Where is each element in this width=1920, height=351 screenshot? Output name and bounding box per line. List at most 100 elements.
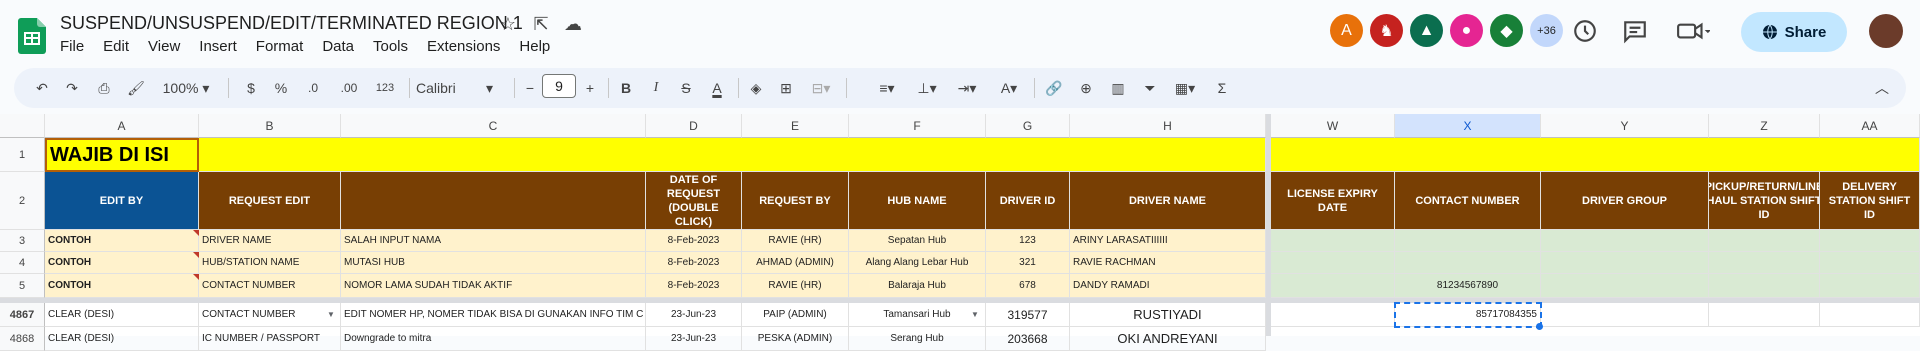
cell-g4867[interactable]: 319577 xyxy=(986,303,1070,327)
header-request-by[interactable]: REQUEST BY xyxy=(742,172,849,230)
percent-format-button[interactable]: % xyxy=(272,76,290,100)
history-icon[interactable] xyxy=(1572,18,1598,44)
header-hub-name[interactable]: HUB NAME xyxy=(849,172,986,230)
cell-e5[interactable]: RAVIE (HR) xyxy=(742,274,849,298)
insert-comment-icon[interactable]: ⊕ xyxy=(1076,76,1096,100)
cell-f4868[interactable]: Serang Hub xyxy=(849,327,986,351)
column-header-e[interactable]: E xyxy=(742,114,849,138)
cell-g3[interactable]: 123 xyxy=(986,230,1070,252)
cell-y4[interactable] xyxy=(1541,252,1709,274)
print-icon[interactable]: ⎙ xyxy=(94,76,114,100)
merge-cells-icon[interactable]: ⊟▾ xyxy=(806,76,836,100)
cell-b4868[interactable]: IC NUMBER / PASSPORT xyxy=(199,327,341,351)
collaborator-avatar[interactable]: ♞ xyxy=(1370,14,1403,47)
column-header-a[interactable]: A xyxy=(45,114,199,138)
undo-icon[interactable]: ↶ xyxy=(32,76,52,100)
cell-w4867[interactable] xyxy=(1271,303,1395,327)
cell-g4[interactable]: 321 xyxy=(986,252,1070,274)
cell-e3[interactable]: RAVIE (HR) xyxy=(742,230,849,252)
document-title[interactable]: SUSPEND/UNSUSPEND/EDIT/TERMINATED REGION… xyxy=(60,13,523,34)
cell-aa5[interactable] xyxy=(1820,274,1920,298)
cell-f4[interactable]: Alang Alang Lebar Hub xyxy=(849,252,986,274)
cell-row1-fill-right[interactable] xyxy=(1271,138,1920,172)
cell-d4867[interactable]: 23-Jun-23 xyxy=(646,303,742,327)
share-button[interactable]: Share xyxy=(1741,12,1847,52)
menu-tools[interactable]: Tools xyxy=(373,38,416,55)
header-license-expiry-date[interactable]: LICENSE EXPIRY DATE xyxy=(1271,172,1395,230)
cell-w5[interactable] xyxy=(1271,274,1395,298)
vertical-align-icon[interactable]: ⊥▾ xyxy=(912,76,942,100)
menu-edit[interactable]: Edit xyxy=(103,38,137,55)
menu-view[interactable]: View xyxy=(148,38,188,55)
cell-b4[interactable]: HUB/STATION NAME xyxy=(199,252,341,274)
currency-format-button[interactable]: $ xyxy=(242,76,260,100)
decrease-font-size-button[interactable]: − xyxy=(522,76,538,100)
borders-icon[interactable]: ⊞ xyxy=(776,76,796,100)
cell-b3[interactable]: DRIVER NAME xyxy=(199,230,341,252)
decrease-decimal-button[interactable]: .0 xyxy=(302,76,324,100)
cell-a3[interactable]: CONTOH xyxy=(45,230,199,252)
cell-a4867[interactable]: CLEAR (DESI) xyxy=(45,303,199,327)
cell-f3[interactable]: Sepatan Hub xyxy=(849,230,986,252)
cell-x3[interactable] xyxy=(1395,230,1541,252)
cell-c4[interactable]: MUTASI HUB xyxy=(341,252,646,274)
row-header[interactable]: 1 xyxy=(0,138,45,172)
cell-d4[interactable]: 8-Feb-2023 xyxy=(646,252,742,274)
font-size-input[interactable]: 9 xyxy=(542,74,576,98)
header-delivery-shift-id[interactable]: DELIVERY STATION SHIFT ID xyxy=(1820,172,1920,230)
number-format-button[interactable]: 123 xyxy=(372,76,398,100)
column-header-h[interactable]: H xyxy=(1070,114,1266,138)
comment-flag[interactable] xyxy=(193,274,199,280)
header-request-edit[interactable]: REQUEST EDIT xyxy=(199,172,341,230)
menu-insert[interactable]: Insert xyxy=(199,38,245,55)
cell-d3[interactable]: 8-Feb-2023 xyxy=(646,230,742,252)
column-header-x[interactable]: X xyxy=(1395,114,1541,138)
cell-aa3[interactable] xyxy=(1820,230,1920,252)
header-driver-id[interactable]: DRIVER ID xyxy=(986,172,1070,230)
cloud-status-icon[interactable]: ☁ xyxy=(563,14,583,34)
column-header-d[interactable]: D xyxy=(646,114,742,138)
column-header-b[interactable]: B xyxy=(199,114,341,138)
cell-x4[interactable] xyxy=(1395,252,1541,274)
cell-a5[interactable]: CONTOH xyxy=(45,274,199,298)
column-header-y[interactable]: Y xyxy=(1541,114,1709,138)
cell-h3[interactable]: ARINY LARASATIIIIII xyxy=(1070,230,1266,252)
cell-a4868[interactable]: CLEAR (DESI) xyxy=(45,327,199,351)
zoom-select[interactable]: 100% ▾ xyxy=(160,76,212,100)
meet-icon[interactable] xyxy=(1676,18,1710,44)
menu-format[interactable]: Format xyxy=(256,38,312,55)
cell-b5[interactable]: CONTACT NUMBER xyxy=(199,274,341,298)
column-header-f[interactable]: F xyxy=(849,114,986,138)
row-header[interactable]: 2 xyxy=(0,172,45,230)
cell-e4867[interactable]: PAIP (ADMIN) xyxy=(742,303,849,327)
text-wrapping-icon[interactable]: ⇥▾ xyxy=(952,76,982,100)
increase-decimal-button[interactable]: .00 xyxy=(336,76,362,100)
cell-f4867[interactable]: Tamansari Hub xyxy=(849,303,986,327)
cell-aa4[interactable] xyxy=(1820,252,1920,274)
cell-c4867[interactable]: EDIT NOMER HP, NOMER TIDAK BISA DI GUNAK… xyxy=(341,303,646,327)
cell-z4[interactable] xyxy=(1709,252,1820,274)
star-icon[interactable]: ☆ xyxy=(498,14,518,34)
cell-d5[interactable]: 8-Feb-2023 xyxy=(646,274,742,298)
font-select[interactable]: Calibri ▾ xyxy=(416,76,506,100)
insert-chart-icon[interactable]: ▥ xyxy=(1108,76,1128,100)
cell-y5[interactable] xyxy=(1541,274,1709,298)
row-header[interactable]: 5 xyxy=(0,274,45,298)
increase-font-size-button[interactable]: + xyxy=(582,76,598,100)
collapse-toolbar-icon[interactable]: ︿ xyxy=(1872,76,1892,100)
italic-button[interactable]: I xyxy=(648,76,664,100)
column-header-z[interactable]: Z xyxy=(1709,114,1820,138)
cell-y4867[interactable] xyxy=(1541,303,1709,327)
cell-z4867[interactable] xyxy=(1709,303,1820,327)
strikethrough-button[interactable]: S xyxy=(678,76,694,100)
cell-row1-fill[interactable] xyxy=(199,138,1266,172)
row-header[interactable]: 3 xyxy=(0,230,45,252)
cell-h4[interactable]: RAVIE RACHMAN xyxy=(1070,252,1266,274)
column-header-aa[interactable]: AA xyxy=(1820,114,1920,138)
header-c[interactable] xyxy=(341,172,646,230)
row-header[interactable]: 4 xyxy=(0,252,45,274)
cell-y3[interactable] xyxy=(1541,230,1709,252)
column-header-w[interactable]: W xyxy=(1271,114,1395,138)
cell-a1[interactable]: WAJIB DI ISI xyxy=(45,138,199,172)
header-date-of-request[interactable]: DATE OF REQUEST (DOUBLE CLICK) xyxy=(646,172,742,230)
